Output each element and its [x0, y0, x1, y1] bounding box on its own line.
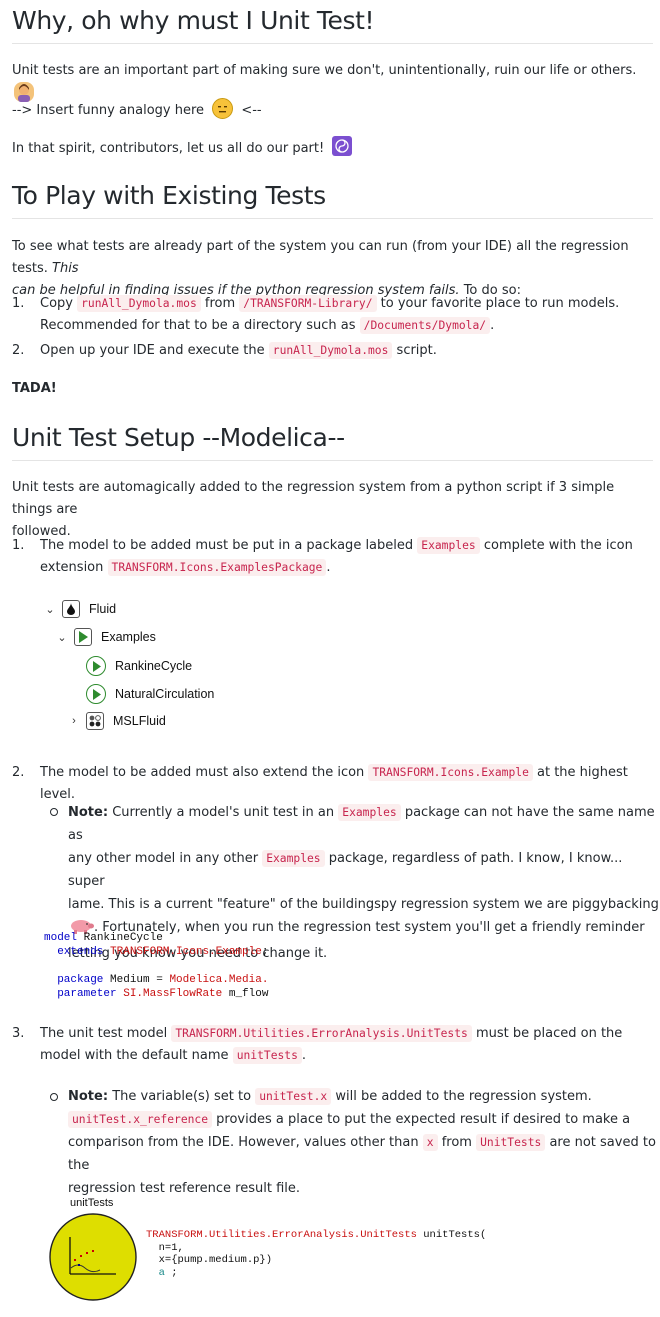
play-icon — [74, 628, 92, 646]
chevron-right-icon[interactable]: › — [68, 715, 80, 727]
list-number: 1. — [12, 296, 25, 311]
play-list-item-1: Copy runAll_Dymola.mos from /TRANSFORM-L… — [40, 295, 620, 334]
why-paragraph-3: In that spirit, contributors, let us all… — [12, 136, 353, 160]
tada-text: TADA! — [12, 381, 57, 396]
play-title: To Play with Existing Tests — [12, 181, 653, 219]
why-paragraph-2: --> Insert funny analogy here <-- — [12, 98, 262, 122]
list-number: 3. — [12, 1026, 25, 1041]
yin-yang-icon — [332, 136, 353, 156]
unittests-model-icon[interactable] — [48, 1212, 138, 1306]
code-inline: Examples — [262, 850, 325, 867]
code-inline: TRANSFORM.Utilities.ErrorAnalysis.UnitTe… — [171, 1025, 472, 1042]
code-inline: unitTests — [232, 1047, 302, 1064]
package-grid-icon — [86, 712, 104, 730]
why-title: Why, oh why must I Unit Test! — [12, 6, 653, 44]
play-list-item-2: Open up your IDE and execute the runAll_… — [40, 342, 437, 359]
setup-paragraph: Unit tests are automagically added to th… — [12, 480, 615, 539]
play-circle-icon — [86, 684, 106, 704]
setup-title: Unit Test Setup --Modelica-- — [12, 423, 653, 461]
expressionless-face-icon — [212, 98, 234, 119]
code-inline: TRANSFORM.Icons.ExamplesPackage — [107, 559, 327, 576]
list-number: 2. — [12, 343, 25, 358]
setup-list-item-1: The model to be added must be put in a p… — [40, 537, 633, 576]
bullet — [50, 808, 58, 816]
tree-item-fluid[interactable]: ⌄ Fluid — [44, 600, 116, 618]
code-block-unittests: TRANSFORM.Utilities.ErrorAnalysis.UnitTe… — [146, 1229, 487, 1279]
code-inline: UnitTests — [476, 1134, 546, 1151]
droplet-icon — [62, 600, 80, 618]
chevron-down-icon[interactable]: ⌄ — [56, 631, 68, 644]
bullet — [50, 1093, 58, 1101]
note-2: Note: The variable(s) set to unitTest.x … — [68, 1088, 656, 1196]
code-inline: runAll_Dymola.mos — [77, 295, 201, 312]
unittests-label: unitTests — [70, 1197, 114, 1209]
setup-list-item-3: The unit test model TRANSFORM.Utilities.… — [40, 1025, 623, 1064]
code-inline: unitTest.x — [255, 1088, 332, 1105]
tree-item-naturalcirculation[interactable]: NaturalCirculation — [86, 684, 214, 704]
code-inline: /TRANSFORM-Library/ — [239, 295, 377, 312]
tree-item-rankinecycle[interactable]: RankineCycle — [86, 656, 192, 676]
code-inline: runAll_Dymola.mos — [268, 342, 393, 359]
code-block-rankine: model RankineCycle extends TRANSFORM.Ico… — [44, 932, 269, 1000]
code-inline: unitTest.x_reference — [68, 1111, 213, 1128]
tree-item-mslfluid[interactable]: › MSLFluid — [68, 712, 166, 730]
code-inline: Examples — [338, 804, 401, 821]
code-inline: /Documents/Dymola/ — [359, 317, 491, 334]
code-inline: x — [422, 1134, 438, 1151]
list-number: 2. — [12, 765, 25, 780]
chevron-down-icon[interactable]: ⌄ — [44, 603, 56, 616]
code-inline: TRANSFORM.Icons.Example — [368, 764, 533, 781]
setup-list-item-2: The model to be added must also extend t… — [40, 764, 628, 802]
code-inline: Examples — [417, 537, 480, 554]
list-number: 1. — [12, 538, 25, 553]
tree-item-examples[interactable]: ⌄ Examples — [56, 628, 156, 646]
play-circle-icon — [86, 656, 106, 676]
